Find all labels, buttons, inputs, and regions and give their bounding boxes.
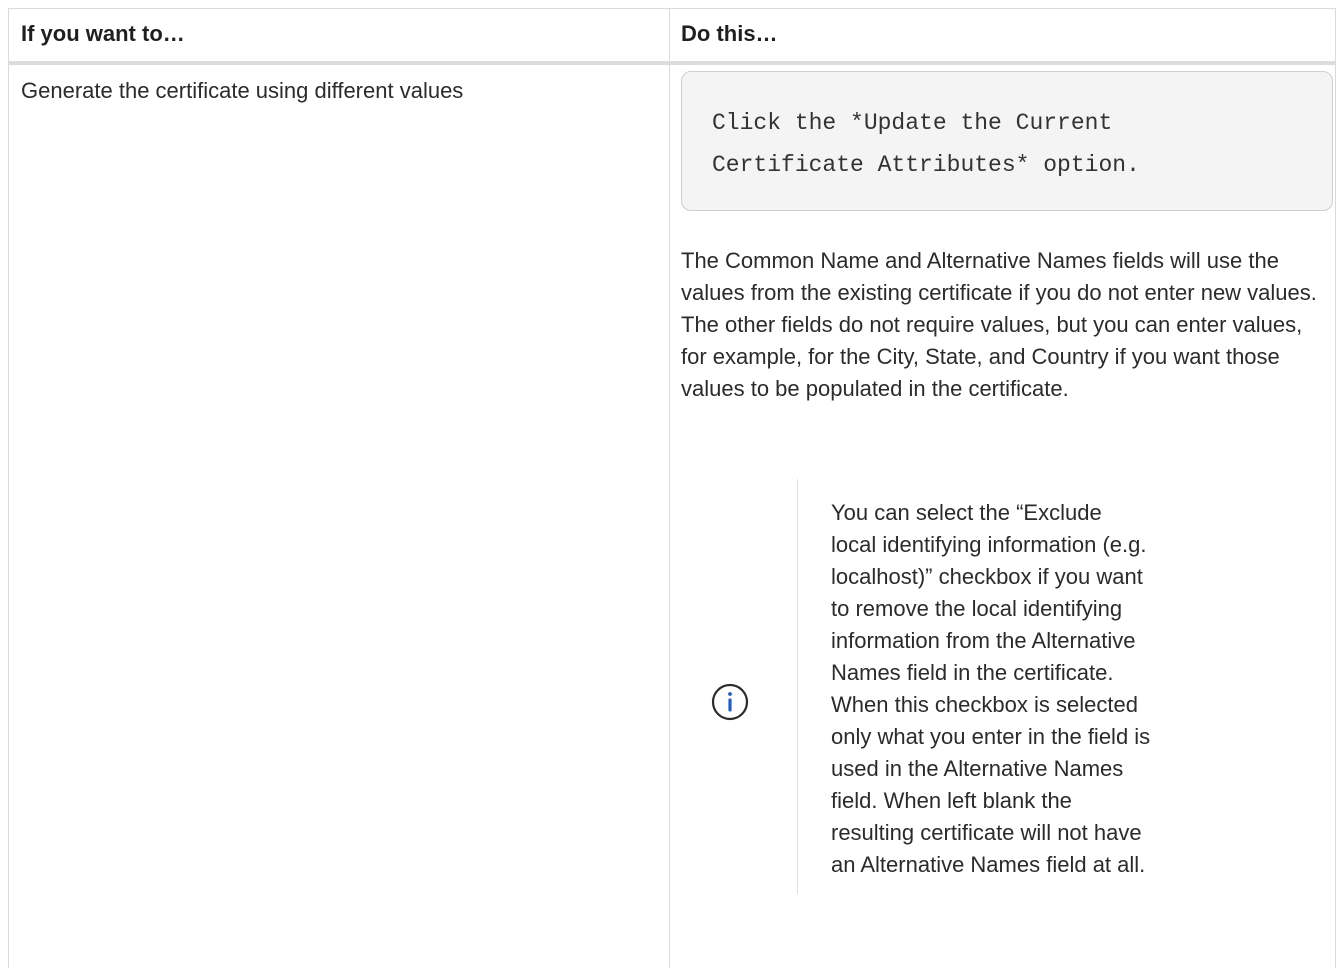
cell-if-you-want-to: Generate the certificate using different… [21,78,464,103]
header-do-this: Do this… [681,21,778,46]
code-block: Click the *Update the Current Certificat… [681,71,1333,211]
note-divider [797,479,798,894]
column-divider [669,9,670,968]
note-text: You can select the “Exclude local identi… [831,500,1151,877]
info-note: You can select the “Exclude local identi… [681,479,1321,899]
table-header: If you want to… Do this… [9,9,1335,65]
instructions-table: If you want to… Do this… Generate the ce… [8,8,1336,968]
description-paragraph: The Common Name and Alternative Names fi… [681,248,1317,401]
info-icon [711,683,749,721]
header-if-you-want-to: If you want to… [21,21,185,46]
